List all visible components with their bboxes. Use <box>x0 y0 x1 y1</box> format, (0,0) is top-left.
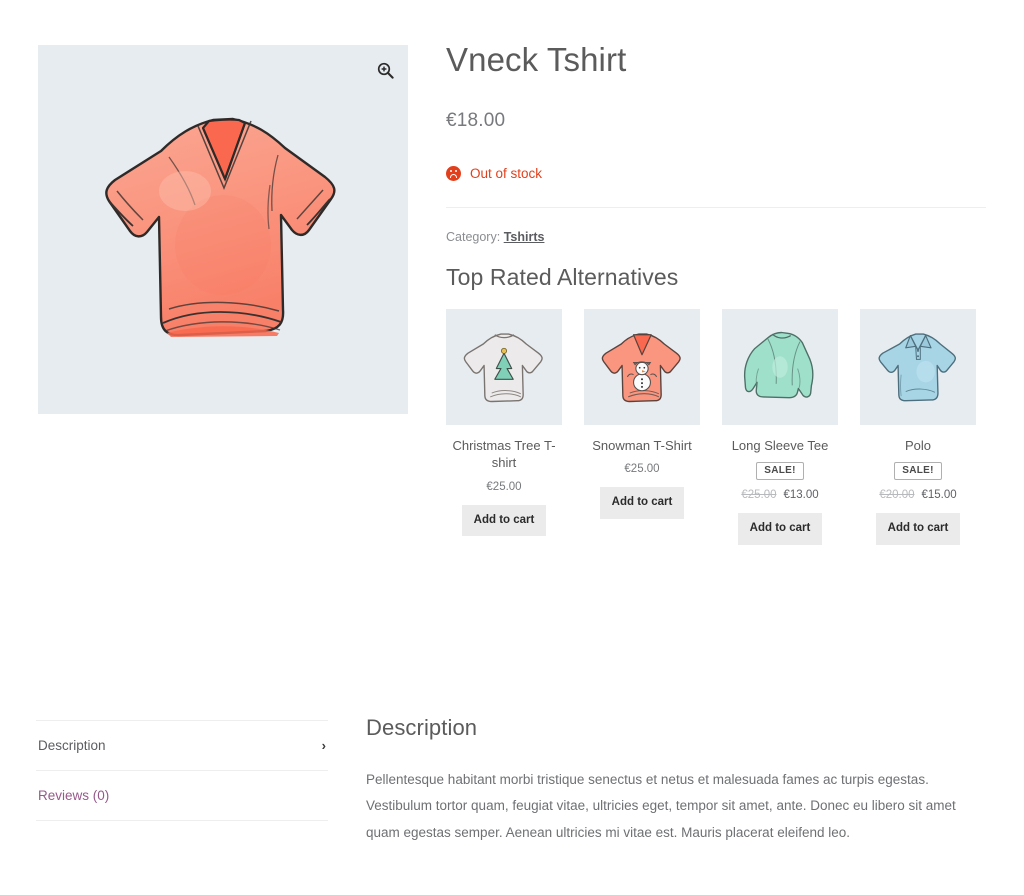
product-thumbnail[interactable] <box>446 309 562 425</box>
product-thumbnail[interactable] <box>860 309 976 425</box>
stock-status-row: Out of stock <box>446 166 986 181</box>
add-to-cart-button[interactable]: Add to cart <box>738 513 823 545</box>
product-price: €25.00 <box>446 481 562 493</box>
product-name[interactable]: Snowman T-Shirt <box>584 437 700 455</box>
vneck-tshirt-illustration <box>73 95 373 365</box>
category-link[interactable]: Tshirts <box>504 230 545 244</box>
status-badge: Out of stock <box>470 166 542 181</box>
panel-title: Description <box>366 715 966 741</box>
chevron-right-icon: › <box>322 738 326 753</box>
product-meta: Category: Tshirts <box>446 230 986 244</box>
product-price: €25.00 €13.00 <box>722 489 838 501</box>
product-price: €18.00 <box>446 110 986 132</box>
description-panel: Description Pellentesque habitant morbi … <box>366 715 966 846</box>
list-item: Christmas Tree T-shirt €25.00 Add to car… <box>446 309 562 545</box>
panel-body: Pellentesque habitant morbi tristique se… <box>366 767 966 846</box>
list-item: Polo SALE! €20.00 €15.00 Add to cart <box>860 309 976 545</box>
page-title: Vneck Tshirt <box>446 40 986 80</box>
list-item: Long Sleeve Tee SALE! €25.00 €13.00 Add t… <box>722 309 838 545</box>
product-gallery <box>38 45 408 414</box>
sale-badge: SALE! <box>756 462 804 480</box>
product-name[interactable]: Christmas Tree T-shirt <box>446 437 562 472</box>
sad-face-icon <box>446 166 461 181</box>
product-name[interactable]: Polo <box>860 437 976 455</box>
zoom-in-icon[interactable] <box>374 59 396 81</box>
related-products-grid: Christmas Tree T-shirt €25.00 Add to car… <box>446 309 986 545</box>
add-to-cart-button[interactable]: Add to cart <box>876 513 961 545</box>
tab-description[interactable]: Description › <box>36 720 328 771</box>
long-sleeve-tee-icon <box>734 327 826 407</box>
product-main-image[interactable] <box>38 45 408 414</box>
product-page: Vneck Tshirt €18.00 Out of stock Categor… <box>0 0 1024 895</box>
tab-reviews[interactable]: Reviews (0) <box>36 771 328 821</box>
old-price: €20.00 <box>879 489 914 501</box>
product-price: €25.00 <box>584 463 700 475</box>
christmas-tree-tshirt-icon <box>458 327 550 407</box>
summary-divider <box>446 207 986 208</box>
product-name[interactable]: Long Sleeve Tee <box>722 437 838 455</box>
old-price: €25.00 <box>741 489 776 501</box>
snowman-tshirt-icon <box>596 327 688 407</box>
related-products-heading: Top Rated Alternatives <box>446 264 986 291</box>
tab-description-label: Description <box>38 738 106 753</box>
sale-badge: SALE! <box>894 462 942 480</box>
product-thumbnail[interactable] <box>722 309 838 425</box>
product-summary: Vneck Tshirt €18.00 Out of stock Categor… <box>446 40 986 545</box>
new-price: €15.00 <box>922 489 957 501</box>
add-to-cart-button[interactable]: Add to cart <box>600 487 685 519</box>
tab-reviews-label: Reviews (0) <box>38 788 109 803</box>
product-price: €20.00 €15.00 <box>860 489 976 501</box>
polo-shirt-icon <box>872 327 964 407</box>
new-price: €13.00 <box>784 489 819 501</box>
category-label: Category: <box>446 230 500 244</box>
product-tabs: Description › Reviews (0) <box>36 720 328 821</box>
add-to-cart-button[interactable]: Add to cart <box>462 505 547 537</box>
list-item: Snowman T-Shirt €25.00 Add to cart <box>584 309 700 545</box>
product-thumbnail[interactable] <box>584 309 700 425</box>
